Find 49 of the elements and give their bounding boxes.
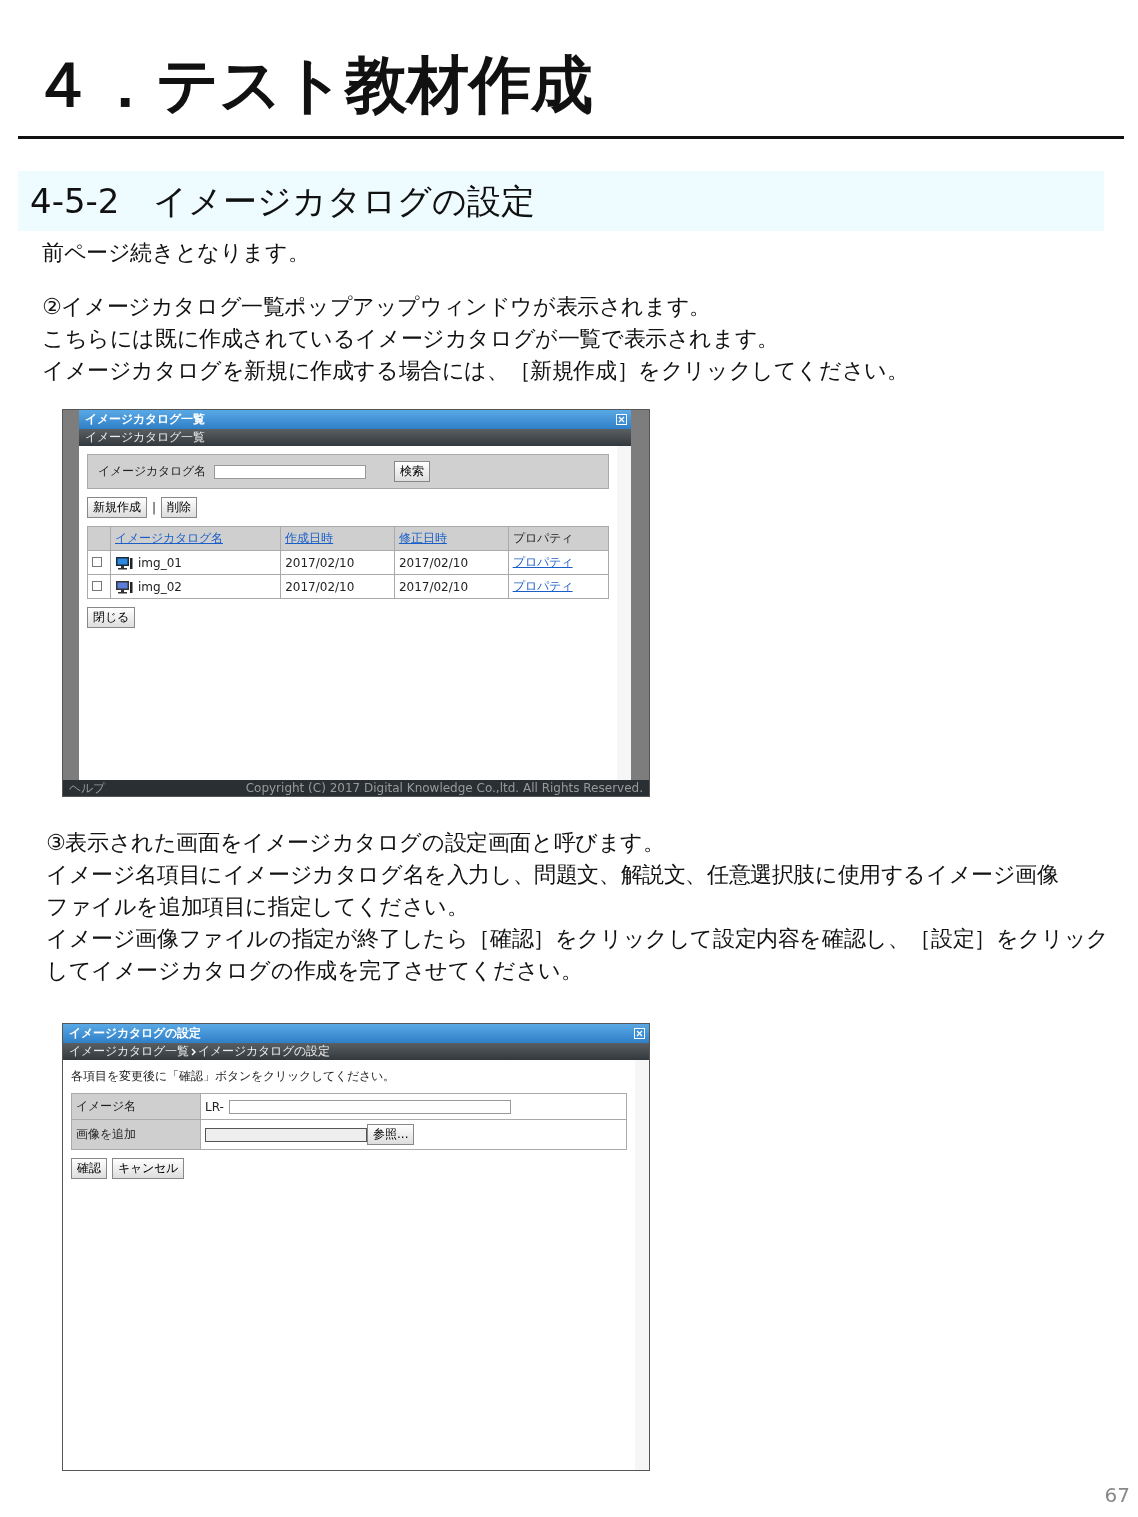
- table-cell: 2017/02/10: [280, 574, 395, 599]
- table-cell: 2017/02/10: [394, 574, 509, 599]
- cancel-button[interactable]: キャンセル: [112, 1158, 184, 1179]
- search-button[interactable]: 検索: [394, 461, 430, 482]
- window-title: イメージカタログ一覧: [85, 411, 205, 428]
- search-field[interactable]: [214, 464, 366, 479]
- name-prefix: LR-: [205, 1099, 224, 1114]
- computer-icon: [115, 555, 133, 570]
- confirm-button[interactable]: 確認: [71, 1158, 107, 1179]
- chevron-icon: [191, 1047, 196, 1056]
- image-name-field[interactable]: [228, 1099, 511, 1114]
- page-title: ４．テスト教材作成: [32, 47, 594, 123]
- table-cell: 2017/02/10: [394, 550, 509, 575]
- search-label: イメージカタログ名: [98, 463, 206, 480]
- close-button[interactable]: 閉じる: [87, 607, 135, 628]
- instruction-text: イメージ名項目にイメージカタログ名を入力し、問題文、解説文、任意選択肢に使用するイメージ画像: [46, 861, 1060, 889]
- form-instruction: 各項目を変更後に「確認」ボタンをクリックしてください。: [71, 1068, 396, 1085]
- breadcrumb-item[interactable]: イメージカタログ一覧: [85, 429, 205, 446]
- delete-button[interactable]: 削除: [161, 497, 198, 518]
- field-label: 画像を追加: [71, 1119, 201, 1150]
- instruction-text: イメージカタログを新規に作成する場合には、［新規作成］をクリックしてください。: [42, 357, 910, 385]
- window-title: イメージカタログの設定: [69, 1025, 201, 1042]
- breadcrumb-item[interactable]: イメージカタログ一覧: [69, 1043, 189, 1060]
- intro-text: 前ページ続きとなります。: [42, 239, 311, 267]
- table-cell: 2017/02/10: [280, 550, 395, 575]
- catalog-name: img_02: [138, 579, 182, 594]
- browse-button[interactable]: 参照...: [367, 1124, 415, 1145]
- section-heading: 4-5-2 イメージカタログの設定: [18, 171, 1104, 231]
- row-checkbox[interactable]: [92, 556, 102, 567]
- computer-icon: [115, 579, 133, 594]
- instruction-text: ③表示された画面をイメージカタログの設定画面と呼びます。: [46, 829, 666, 857]
- instruction-text: ファイルを追加項目に指定してください。: [46, 893, 470, 921]
- breadcrumb-item: イメージカタログの設定: [198, 1043, 330, 1060]
- new-button[interactable]: 新規作成: [87, 497, 147, 518]
- close-icon[interactable]: [634, 1028, 645, 1039]
- catalog-name: img_01: [138, 555, 182, 570]
- page-number: 67: [1104, 1483, 1130, 1507]
- column-header: プロパティ: [512, 531, 573, 545]
- close-icon[interactable]: [616, 414, 627, 425]
- instruction-text: してイメージカタログの作成を完了させてください。: [46, 957, 584, 985]
- instruction-text: ②イメージカタログ一覧ポップアップウィンドウが表示されます。: [42, 293, 712, 321]
- help-link[interactable]: ヘルプ: [69, 780, 105, 796]
- field-label: イメージ名: [71, 1093, 201, 1120]
- file-field[interactable]: [205, 1127, 367, 1142]
- instruction-text: こちらには既に作成されているイメージカタログが一覧で表示されます。: [42, 325, 780, 353]
- row-checkbox[interactable]: [92, 580, 102, 591]
- copyright-text: Copyright (C) 2017 Digital Knowledge Co.,ltd. All Rights Reserved.: [245, 780, 643, 796]
- instruction-text: イメージ画像ファイルの指定が終了したら［確認］をクリックして設定内容を確認し、［設定］をクリック: [46, 925, 1110, 953]
- separator: |: [152, 500, 157, 515]
